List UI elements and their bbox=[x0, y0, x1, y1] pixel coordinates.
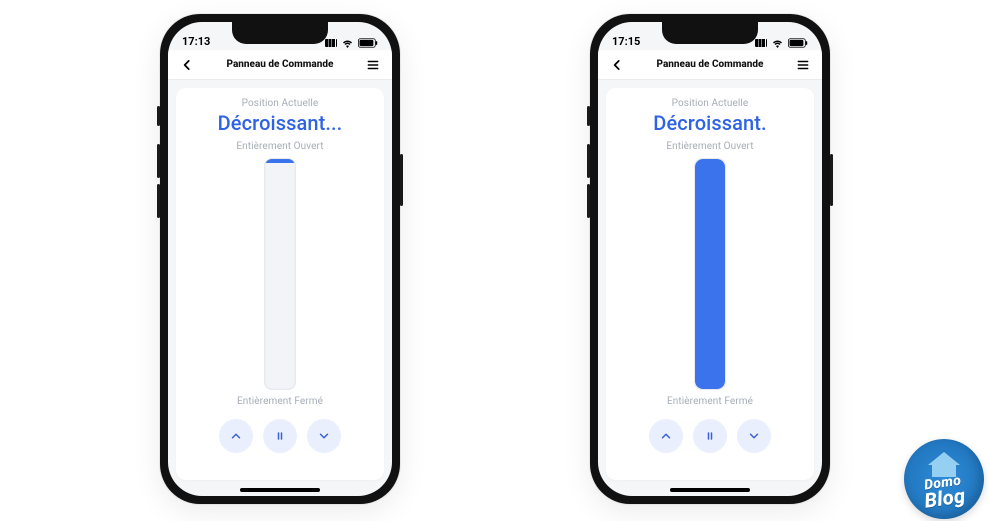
hw-volume-down bbox=[157, 184, 160, 218]
menu-button[interactable] bbox=[792, 54, 814, 76]
position-slider[interactable] bbox=[264, 158, 296, 390]
control-panel-card: Position Actuelle Décroissant. Entièreme… bbox=[606, 88, 814, 480]
menu-button[interactable] bbox=[362, 54, 384, 76]
fully-closed-label: Entièrement Fermé bbox=[237, 396, 323, 407]
notch bbox=[232, 22, 328, 44]
position-label: Position Actuelle bbox=[242, 98, 319, 109]
menu-icon bbox=[796, 58, 810, 72]
home-indicator[interactable] bbox=[670, 488, 750, 492]
close-button[interactable] bbox=[737, 419, 771, 453]
hw-volume-up bbox=[157, 144, 160, 178]
open-button[interactable] bbox=[649, 419, 683, 453]
position-value: Décroissant. bbox=[653, 111, 766, 135]
slider-fill bbox=[265, 159, 295, 163]
status-time: 17:15 bbox=[612, 35, 640, 48]
title-bar: Panneau de Commande bbox=[598, 50, 822, 80]
page-title: Panneau de Commande bbox=[227, 59, 334, 70]
control-buttons bbox=[649, 419, 771, 453]
hw-mute-switch bbox=[157, 106, 160, 126]
watermark-line2: Blog bbox=[923, 483, 967, 512]
pause-icon bbox=[704, 430, 716, 442]
phone-left: 17:13 Panneau de Commande bbox=[160, 14, 400, 504]
wifi-icon bbox=[341, 39, 354, 48]
screen: 17:15 Panneau de Commande bbox=[598, 22, 822, 496]
hw-volume-down bbox=[587, 184, 590, 218]
back-button[interactable] bbox=[606, 54, 628, 76]
fully-open-label: Entièrement Ouvert bbox=[236, 141, 323, 152]
screen: 17:13 Panneau de Commande bbox=[168, 22, 392, 496]
hw-volume-up bbox=[587, 144, 590, 178]
open-button[interactable] bbox=[219, 419, 253, 453]
menu-icon bbox=[366, 58, 380, 72]
pause-button[interactable] bbox=[263, 419, 297, 453]
cellular-icon bbox=[325, 39, 337, 47]
control-panel-card: Position Actuelle Décroissant... Entière… bbox=[176, 88, 384, 480]
phone-right: 17:15 Panneau de Commande bbox=[590, 14, 830, 504]
cellular-icon bbox=[755, 39, 767, 47]
pause-icon bbox=[274, 430, 286, 442]
battery-icon bbox=[358, 38, 378, 48]
hw-power-button bbox=[400, 154, 403, 206]
chevron-down-icon bbox=[317, 429, 331, 443]
position-label: Position Actuelle bbox=[672, 98, 749, 109]
notch bbox=[662, 22, 758, 44]
page-title: Panneau de Commande bbox=[657, 59, 764, 70]
chevron-up-icon bbox=[229, 429, 243, 443]
chevron-up-icon bbox=[659, 429, 673, 443]
battery-icon bbox=[788, 38, 808, 48]
close-button[interactable] bbox=[307, 419, 341, 453]
back-button[interactable] bbox=[176, 54, 198, 76]
fully-closed-label: Entièrement Fermé bbox=[667, 396, 753, 407]
pause-button[interactable] bbox=[693, 419, 727, 453]
control-buttons bbox=[219, 419, 341, 453]
wifi-icon bbox=[771, 39, 784, 48]
slider-fill bbox=[695, 159, 725, 389]
title-bar: Panneau de Commande bbox=[168, 50, 392, 80]
position-value: Décroissant... bbox=[218, 111, 343, 135]
chevron-left-icon bbox=[610, 58, 624, 72]
hw-power-button bbox=[830, 154, 833, 206]
fully-open-label: Entièrement Ouvert bbox=[666, 141, 753, 152]
position-slider[interactable] bbox=[694, 158, 726, 390]
watermark-badge: Domo Blog bbox=[904, 439, 984, 519]
home-indicator[interactable] bbox=[240, 488, 320, 492]
status-right bbox=[755, 38, 808, 48]
chevron-down-icon bbox=[747, 429, 761, 443]
chevron-left-icon bbox=[180, 58, 194, 72]
hw-mute-switch bbox=[587, 106, 590, 126]
status-time: 17:13 bbox=[182, 35, 210, 48]
status-right bbox=[325, 38, 378, 48]
